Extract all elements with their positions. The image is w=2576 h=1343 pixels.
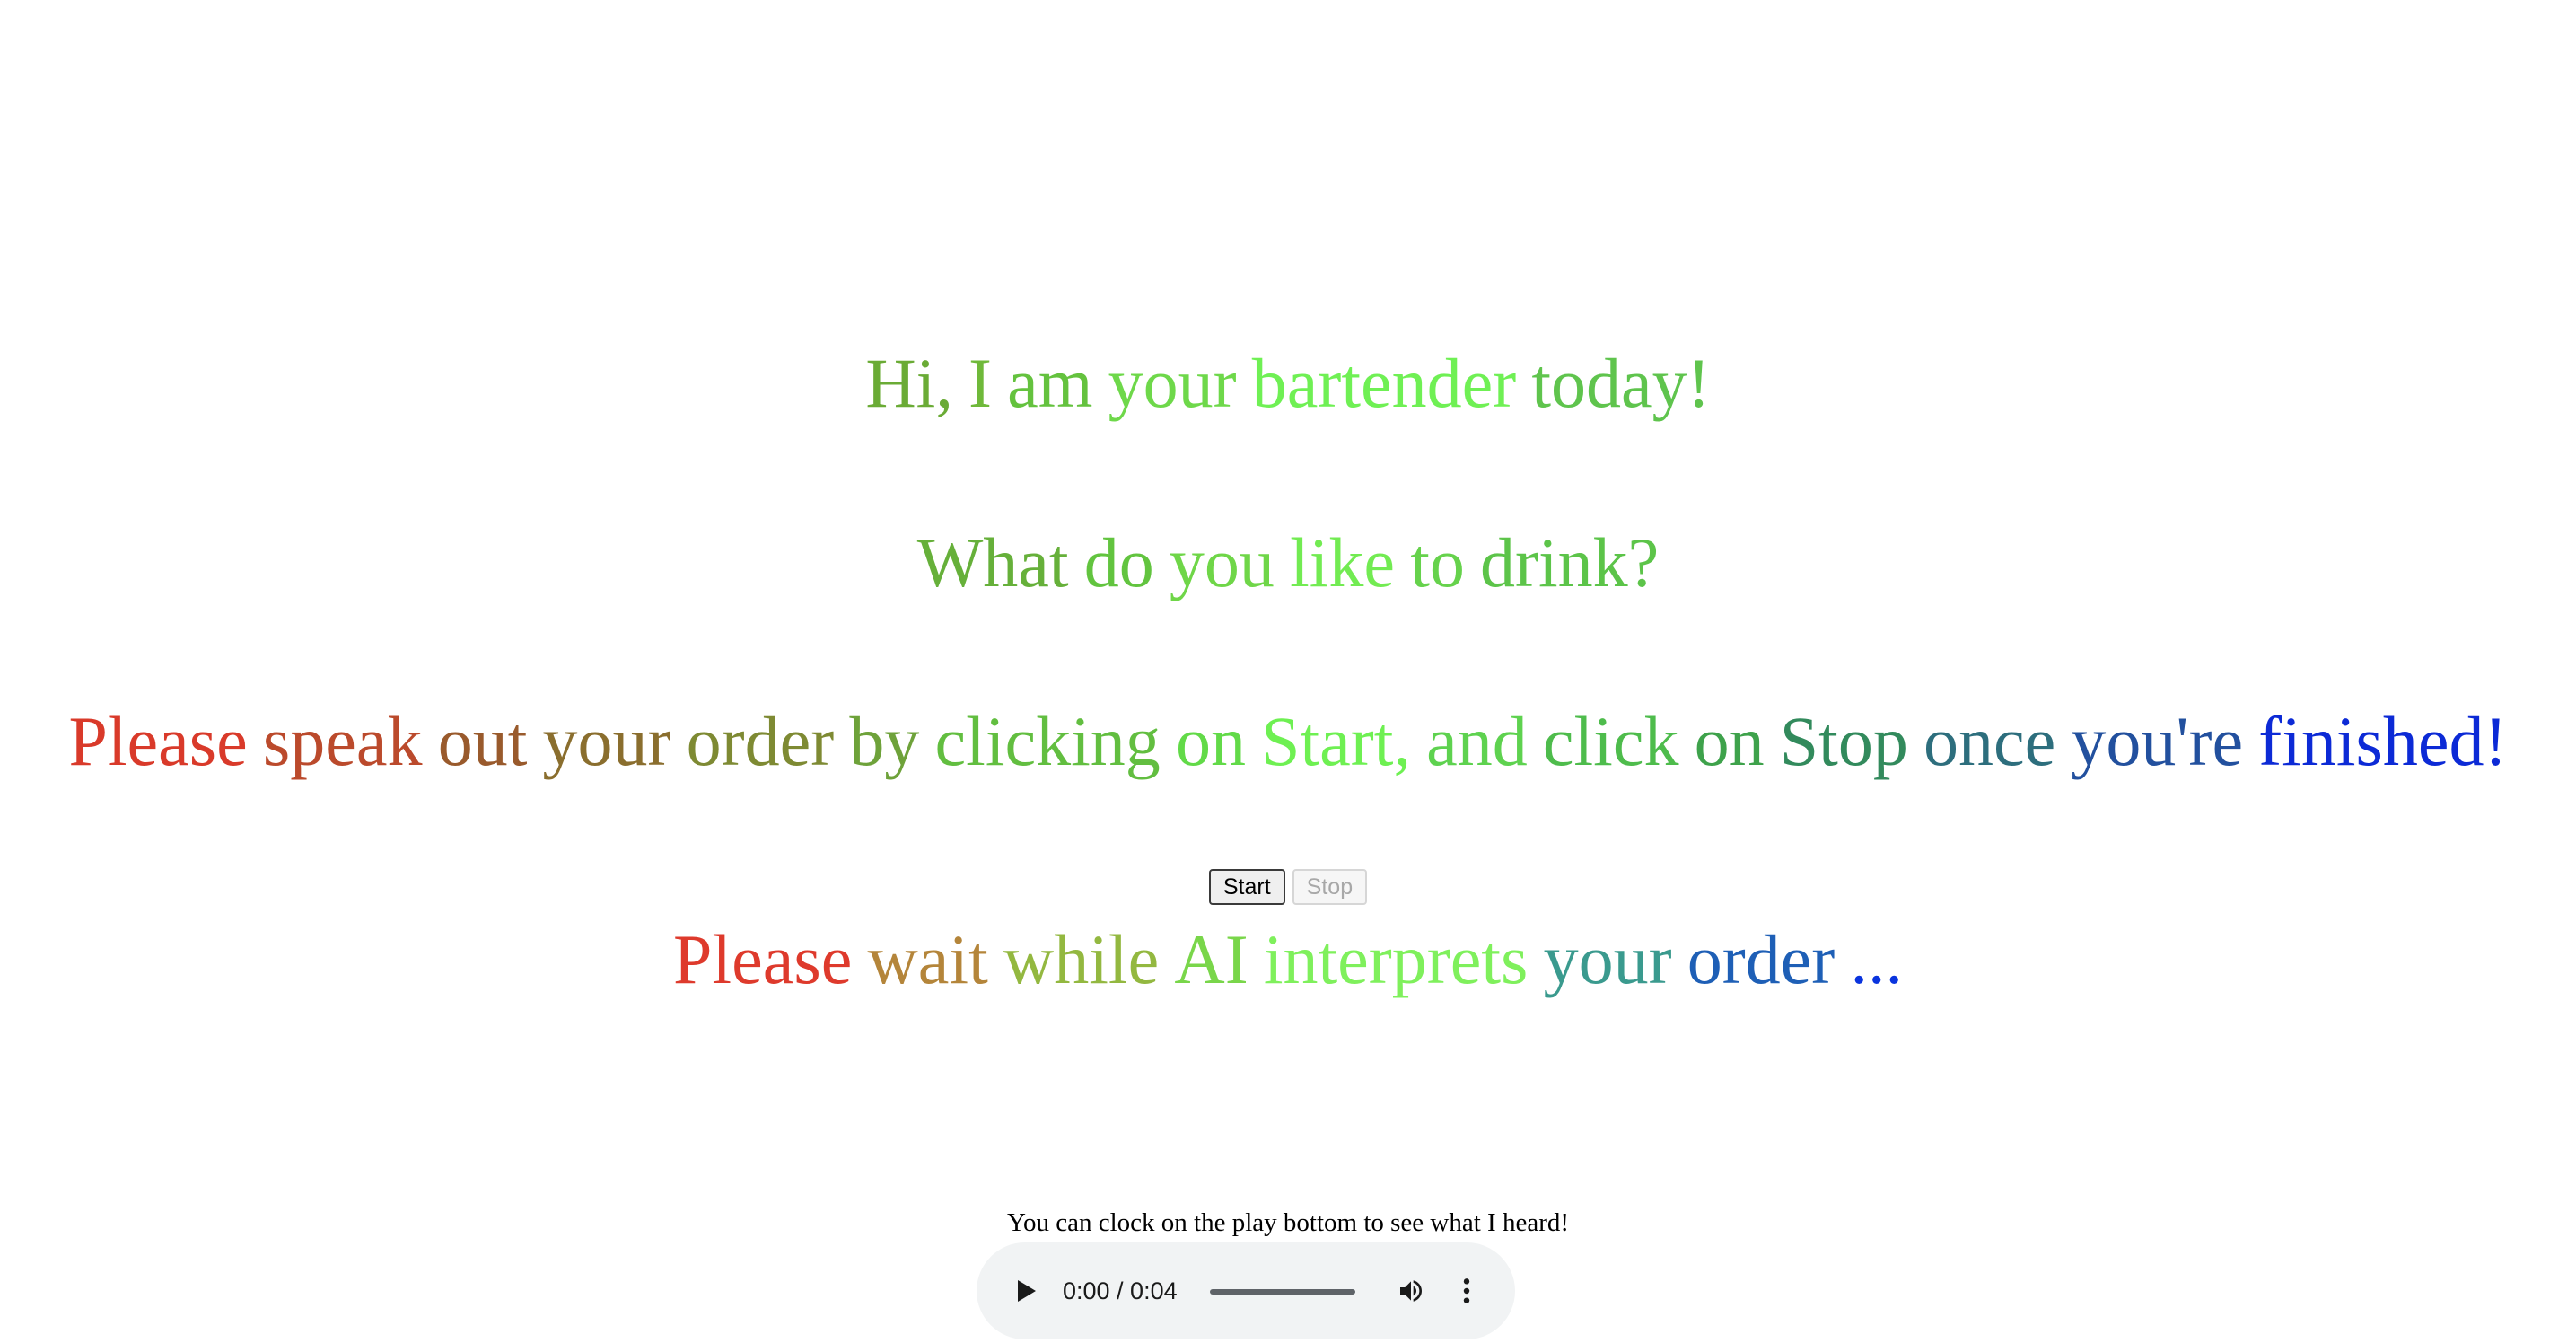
wait-message-word: ... [1850,920,1903,998]
greeting-word: today! [1531,344,1711,422]
instruction-word: once [1923,702,2056,780]
more-options-icon[interactable] [1461,1277,1472,1305]
wait-message: Please wait while AI interprets your order... [0,925,2576,995]
start-button[interactable]: Start [1208,869,1285,905]
greeting-word: your [1108,344,1237,422]
recording-controls: Start Stop [0,869,2576,905]
wait-message-word: interprets [1263,920,1529,998]
instruction-word: and [1426,702,1528,780]
stop-button[interactable]: Stop [1292,869,1368,905]
instruction-word: by [849,702,920,780]
question-word: drink? [1480,523,1660,601]
instruction-word: finished! [2258,702,2508,780]
instruction-word: speak [262,702,423,780]
greeting-heading: Hi, Iam your bartender today! [0,348,2576,418]
wait-message-word: wait [867,920,988,998]
greeting-word: Hi, [865,344,953,422]
question-heading: What do you like to drink? [0,528,2576,598]
instruction-word: out [437,702,528,780]
wait-message-word: while [1003,920,1160,998]
instruction-word: click [1542,702,1679,780]
instruction-word: on [1175,702,1246,780]
instruction-word: on [1694,702,1765,780]
volume-icon[interactable] [1395,1277,1427,1305]
instruction-text: Please speak out your order by clicking on Start… [0,707,2576,777]
question-word: to [1410,523,1465,601]
question-word: do [1083,523,1154,601]
hint-text: You can clock on the play bottom to see … [1006,1208,1570,1237]
progress-bar[interactable] [1210,1289,1355,1295]
instruction-word: order [686,702,835,780]
greeting-word: I [968,344,992,422]
audio-player: 0:00 / 0:04 [977,1242,1515,1339]
question-word: like [1290,523,1396,601]
instruction-word: Stop [1779,702,1908,780]
question-word: What [916,523,1069,601]
wait-message-word: your [1543,920,1672,998]
instruction-word: your [542,702,671,780]
greeting-word: am [1007,344,1093,422]
instruction-word: Start, [1261,702,1411,780]
greeting-word: bartender [1251,344,1517,422]
wait-message-word: Please [673,920,853,998]
instruction-word: clicking [934,702,1161,780]
question-word: you [1169,523,1275,601]
wait-message-word: order [1687,920,1836,998]
instruction-word: Please [68,702,248,780]
wait-message-word: AI [1174,920,1249,998]
time-display: 0:00 / 0:04 [1063,1277,1178,1304]
instruction-word: you're [2071,702,2244,780]
play-icon[interactable] [1018,1280,1036,1302]
